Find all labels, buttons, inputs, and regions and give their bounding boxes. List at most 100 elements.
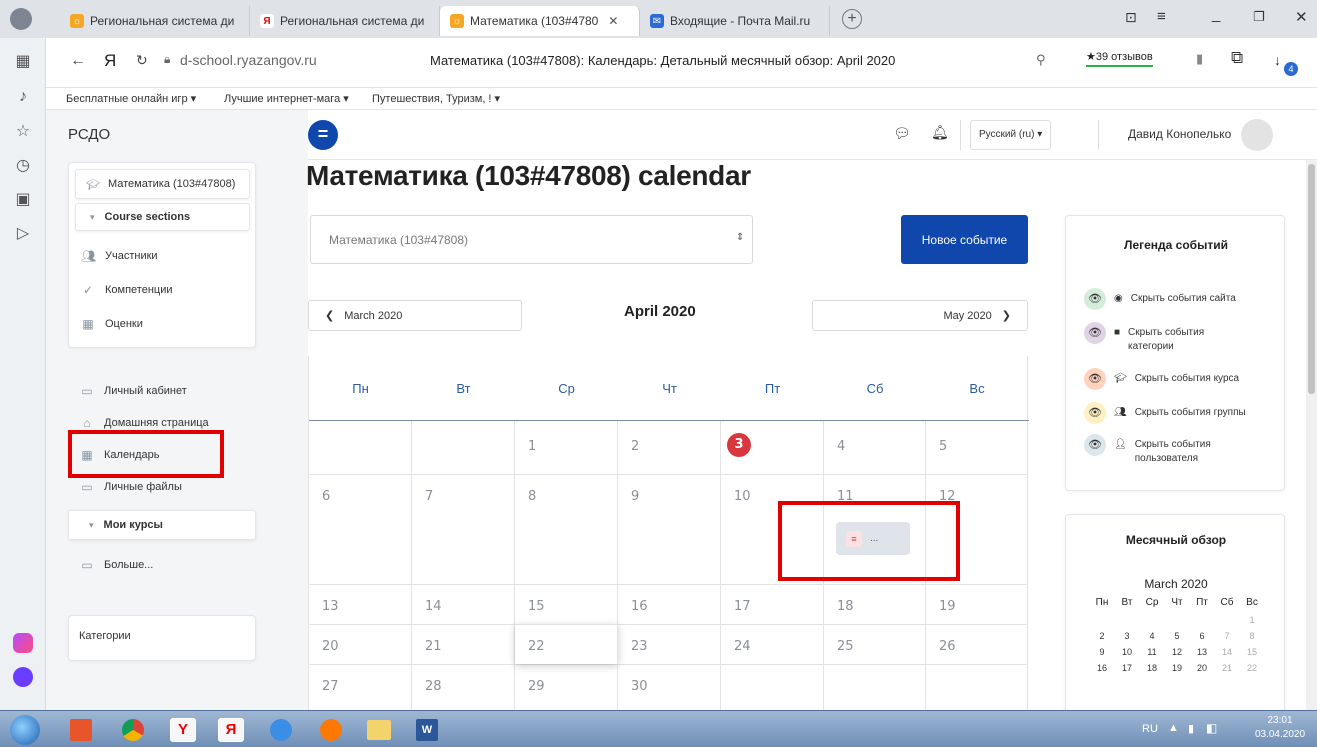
alice-assistant-icon[interactable] xyxy=(12,632,34,654)
messenger-icon[interactable] xyxy=(12,666,34,688)
language-menu[interactable]: Русский (ru) ▾ xyxy=(970,120,1052,150)
notifications-icon[interactable]: ♪ xyxy=(12,86,34,108)
mini-day[interactable]: 22 xyxy=(1240,663,1264,673)
calendar-day-cell[interactable]: 6 xyxy=(309,474,412,584)
course-select[interactable]: Математика (103#47808) ⇕ xyxy=(310,215,753,264)
mini-day[interactable]: 18 xyxy=(1140,663,1164,673)
extensions-icon[interactable]: ⧉ xyxy=(1231,48,1243,68)
legend-category[interactable]: 👁︎ ■ Скрыть события категории xyxy=(1084,322,1228,354)
mini-day[interactable]: 5 xyxy=(1165,631,1189,641)
page-scrollbar[interactable] xyxy=(1306,160,1317,710)
mini-month-name[interactable]: March 2020 xyxy=(1066,577,1286,591)
calendar-day-cell[interactable]: 5 xyxy=(926,421,1028,474)
calendar-day-cell[interactable]: 1 xyxy=(515,421,618,474)
mini-day[interactable]: 9 xyxy=(1090,647,1114,657)
nav-competencies[interactable]: ✓ Компетенции xyxy=(81,283,173,297)
messages-icon[interactable]: 💬︎ xyxy=(893,125,911,142)
browser-tab[interactable]: Я Региональная система ди xyxy=(250,6,440,36)
mini-day[interactable]: 14 xyxy=(1215,647,1239,657)
close-icon[interactable]: ✕ xyxy=(608,14,618,28)
nav-grades[interactable]: ▦ Оценки xyxy=(81,317,143,331)
calendar-day-cell[interactable]: 16 xyxy=(618,584,721,624)
calendar-day-cell[interactable]: 30 xyxy=(618,664,721,710)
mini-day[interactable]: 4 xyxy=(1140,631,1164,641)
legend-course[interactable]: 👁︎ 🎓︎ Скрыть события курса xyxy=(1084,368,1239,390)
calendar-day-cell[interactable]: 14 xyxy=(412,584,515,624)
calendar-day-cell[interactable] xyxy=(721,664,824,710)
course-link[interactable]: 🎓︎ Математика (103#47808) xyxy=(75,169,250,199)
calendar-day-cell[interactable]: 15 xyxy=(515,584,618,624)
bookmark-folder[interactable]: Путешествия, Туризм, ! ▾ xyxy=(372,92,500,105)
nav-private-files[interactable]: ▭ Личные файлы xyxy=(80,480,182,494)
drawer-toggle-button[interactable]: = xyxy=(308,120,338,150)
categories-link[interactable]: Категории xyxy=(79,630,131,642)
mini-day[interactable]: 3 xyxy=(1115,631,1139,641)
browser-tab[interactable]: ☼ Региональная система ди xyxy=(60,6,250,36)
bell-icon[interactable]: 🔔︎ xyxy=(931,124,949,141)
video-play-icon[interactable]: ▷ xyxy=(12,222,34,244)
calendar-day-cell[interactable]: 28 xyxy=(412,664,515,710)
yandex-browser-icon[interactable]: Я xyxy=(208,714,254,745)
bookmark-folder[interactable]: Бесплатные онлайн игр ▾ xyxy=(66,92,196,105)
avatar[interactable] xyxy=(1241,119,1273,151)
user-name[interactable]: Давид Конопелько xyxy=(1128,127,1231,141)
calendar-day-cell[interactable]: 8 xyxy=(515,474,618,584)
mini-day[interactable]: 20 xyxy=(1190,663,1214,673)
calendar-day-cell[interactable]: 3 xyxy=(721,421,824,474)
mini-day[interactable]: 11 xyxy=(1140,647,1164,657)
calendar-day-cell[interactable]: 19 xyxy=(926,584,1028,624)
back-arrow-icon[interactable]: ← xyxy=(70,52,86,70)
mini-day[interactable]: 10 xyxy=(1115,647,1139,657)
reload-icon[interactable]: ↻ xyxy=(136,52,148,69)
start-button[interactable] xyxy=(2,714,48,745)
nav-dashboard[interactable]: ▭ Личный кабинет xyxy=(80,384,186,398)
yandex-logo-icon[interactable]: Я xyxy=(104,51,116,71)
calendar-day-cell[interactable]: 20 xyxy=(309,624,412,664)
mini-day[interactable]: 19 xyxy=(1165,663,1189,673)
calendar-day-cell[interactable]: 26 xyxy=(926,624,1028,664)
word-icon[interactable]: W xyxy=(404,714,450,745)
mini-day[interactable]: 15 xyxy=(1240,647,1264,657)
nav-participants[interactable]: 👥︎ Участники xyxy=(81,249,158,263)
calendar-day-cell[interactable] xyxy=(926,664,1028,710)
calendar-day-cell[interactable]: 2 xyxy=(618,421,721,474)
mini-day[interactable]: 21 xyxy=(1215,663,1239,673)
calendar-day-cell[interactable]: 23 xyxy=(618,624,721,664)
mini-day[interactable]: 12 xyxy=(1165,647,1189,657)
calendar-day-cell[interactable]: 18 xyxy=(824,584,926,624)
browser-tab-active[interactable]: ☼ Математика (103#4780 ✕ xyxy=(440,6,640,36)
legend-group[interactable]: 👁︎ 👥︎ Скрыть события группы xyxy=(1084,402,1246,424)
calendar-day-cell[interactable]: 9 xyxy=(618,474,721,584)
close-window-icon[interactable]: ✕ xyxy=(1295,8,1308,26)
calendar-day-cell[interactable]: 21 xyxy=(412,624,515,664)
tray-arrow-icon[interactable]: ▲ xyxy=(1168,722,1179,734)
mini-day[interactable]: 7 xyxy=(1215,631,1239,641)
site-name[interactable]: РСДО xyxy=(68,126,110,143)
avast-icon[interactable] xyxy=(308,714,354,745)
mini-day[interactable]: 6 xyxy=(1190,631,1214,641)
menu-icon[interactable]: ≡ xyxy=(1157,8,1166,25)
mini-day[interactable]: 8 xyxy=(1240,631,1264,641)
network-icon[interactable]: ▮ xyxy=(1188,722,1194,735)
mini-day[interactable]: 16 xyxy=(1090,663,1114,673)
calendar-day-cell[interactable] xyxy=(824,664,926,710)
bookmark-folder[interactable]: Лучшие интернет-мага ▾ xyxy=(224,92,349,105)
nav-home[interactable]: ⌂ Домашняя страница xyxy=(80,416,208,430)
calendar-day-cell[interactable] xyxy=(309,421,412,474)
system-clock[interactable]: 23:01 03.04.2020 xyxy=(1252,714,1308,742)
mini-day[interactable]: 1 xyxy=(1240,615,1264,625)
prev-month-link[interactable]: ❮ March 2020 xyxy=(308,300,522,331)
nav-more[interactable]: ▭ Больше... xyxy=(80,558,153,572)
new-tab-icon[interactable]: + xyxy=(842,9,862,29)
legend-site[interactable]: 👁︎ ◉ Скрыть события сайта xyxy=(1084,288,1236,310)
calendar-day-cell[interactable]: 7 xyxy=(412,474,515,584)
new-event-button[interactable]: Новое событие xyxy=(901,215,1028,264)
url-field[interactable]: d-school.ryazangov.ru xyxy=(180,52,317,68)
calendar-day-cell[interactable] xyxy=(412,421,515,474)
restore-icon[interactable]: ❐ xyxy=(1253,9,1265,25)
input-language[interactable]: RU xyxy=(1142,723,1158,735)
minimize-icon[interactable]: _ xyxy=(1212,6,1220,23)
bookmark-manager-icon[interactable]: ⊡ xyxy=(1125,9,1137,26)
calendar-day-cell[interactable]: 17 xyxy=(721,584,824,624)
history-clock-icon[interactable]: ◷ xyxy=(12,154,34,176)
